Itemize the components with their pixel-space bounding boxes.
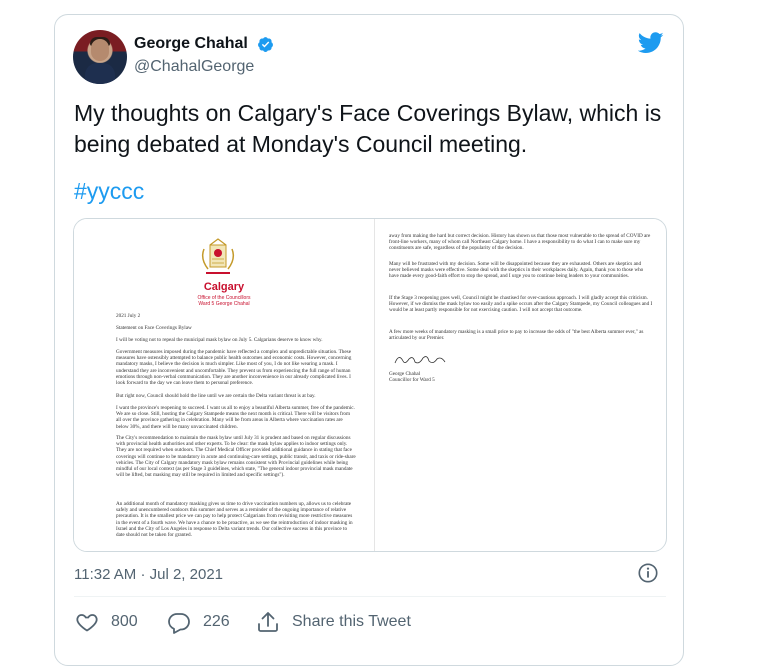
- calgary-crest-icon: [201, 238, 235, 274]
- divider: [74, 596, 666, 597]
- doc-paragraph: The City's recommendation to maintain th…: [116, 435, 356, 479]
- avatar[interactable]: [73, 30, 127, 84]
- doc-paragraph: Government measures imposed during the p…: [116, 349, 352, 387]
- info-icon[interactable]: [637, 562, 659, 584]
- author-handle[interactable]: @ChahalGeorge: [134, 58, 254, 76]
- verified-badge-icon: [258, 37, 273, 52]
- signature-image: [394, 356, 446, 364]
- document-page-right: away from making the hard but correct de…: [375, 219, 665, 551]
- tweet-media-image[interactable]: Calgary Office of the Councillors Ward 5…: [73, 218, 667, 552]
- signoff-title: Councillor for Ward 5: [389, 377, 435, 383]
- share-button[interactable]: Share this Tweet: [256, 610, 411, 634]
- office-line: Ward 5 George Chahal: [198, 301, 250, 307]
- author-name[interactable]: George Chahal: [134, 35, 248, 53]
- like-button[interactable]: 800: [75, 610, 138, 634]
- twitter-bird-icon[interactable]: [638, 32, 664, 54]
- share-label: Share this Tweet: [292, 613, 411, 630]
- doc-paragraph: I want the province's reopening to succe…: [116, 405, 355, 430]
- doc-subject: Statement on Face Coverings Bylaw: [116, 325, 192, 331]
- reply-button[interactable]: 226: [167, 610, 230, 634]
- hashtag-link[interactable]: #yyccc: [74, 178, 144, 205]
- reply-icon: [168, 613, 190, 634]
- doc-date: 2021 July 2: [116, 313, 141, 319]
- doc-paragraph: A few more weeks of mandatory masking is…: [389, 329, 644, 342]
- like-count: 800: [111, 613, 138, 630]
- doc-paragraph: But right now, Council should hold the l…: [116, 393, 316, 399]
- tweet-date: Jul 2, 2021: [149, 566, 223, 583]
- doc-paragraph: Many will be frustrated with my decision…: [389, 261, 644, 280]
- calgary-wordmark: Calgary: [203, 281, 245, 293]
- document-page-left: Calgary Office of the Councillors Ward 5…: [74, 219, 375, 551]
- doc-paragraph: If the Stage 3 reopening goes well, Coun…: [389, 295, 653, 314]
- reply-count: 226: [203, 613, 230, 630]
- share-icon: [258, 612, 278, 632]
- tweet-timestamp[interactable]: 11:32 AM · Jul 2, 2021: [74, 566, 223, 583]
- office-lines: Office of the Councillors Ward 5 George …: [184, 295, 264, 307]
- doc-paragraph: I will be voting not to repeal the munic…: [116, 337, 323, 343]
- timestamp-separator: ·: [140, 566, 146, 583]
- doc-paragraph: away from making the hard but correct de…: [389, 233, 651, 252]
- tweet-time: 11:32 AM: [74, 566, 137, 583]
- heart-icon: [76, 614, 98, 632]
- doc-paragraph: An additional month of mandatory masking…: [116, 501, 353, 539]
- tweet-text: My thoughts on Calgary's Face Coverings …: [74, 100, 662, 157]
